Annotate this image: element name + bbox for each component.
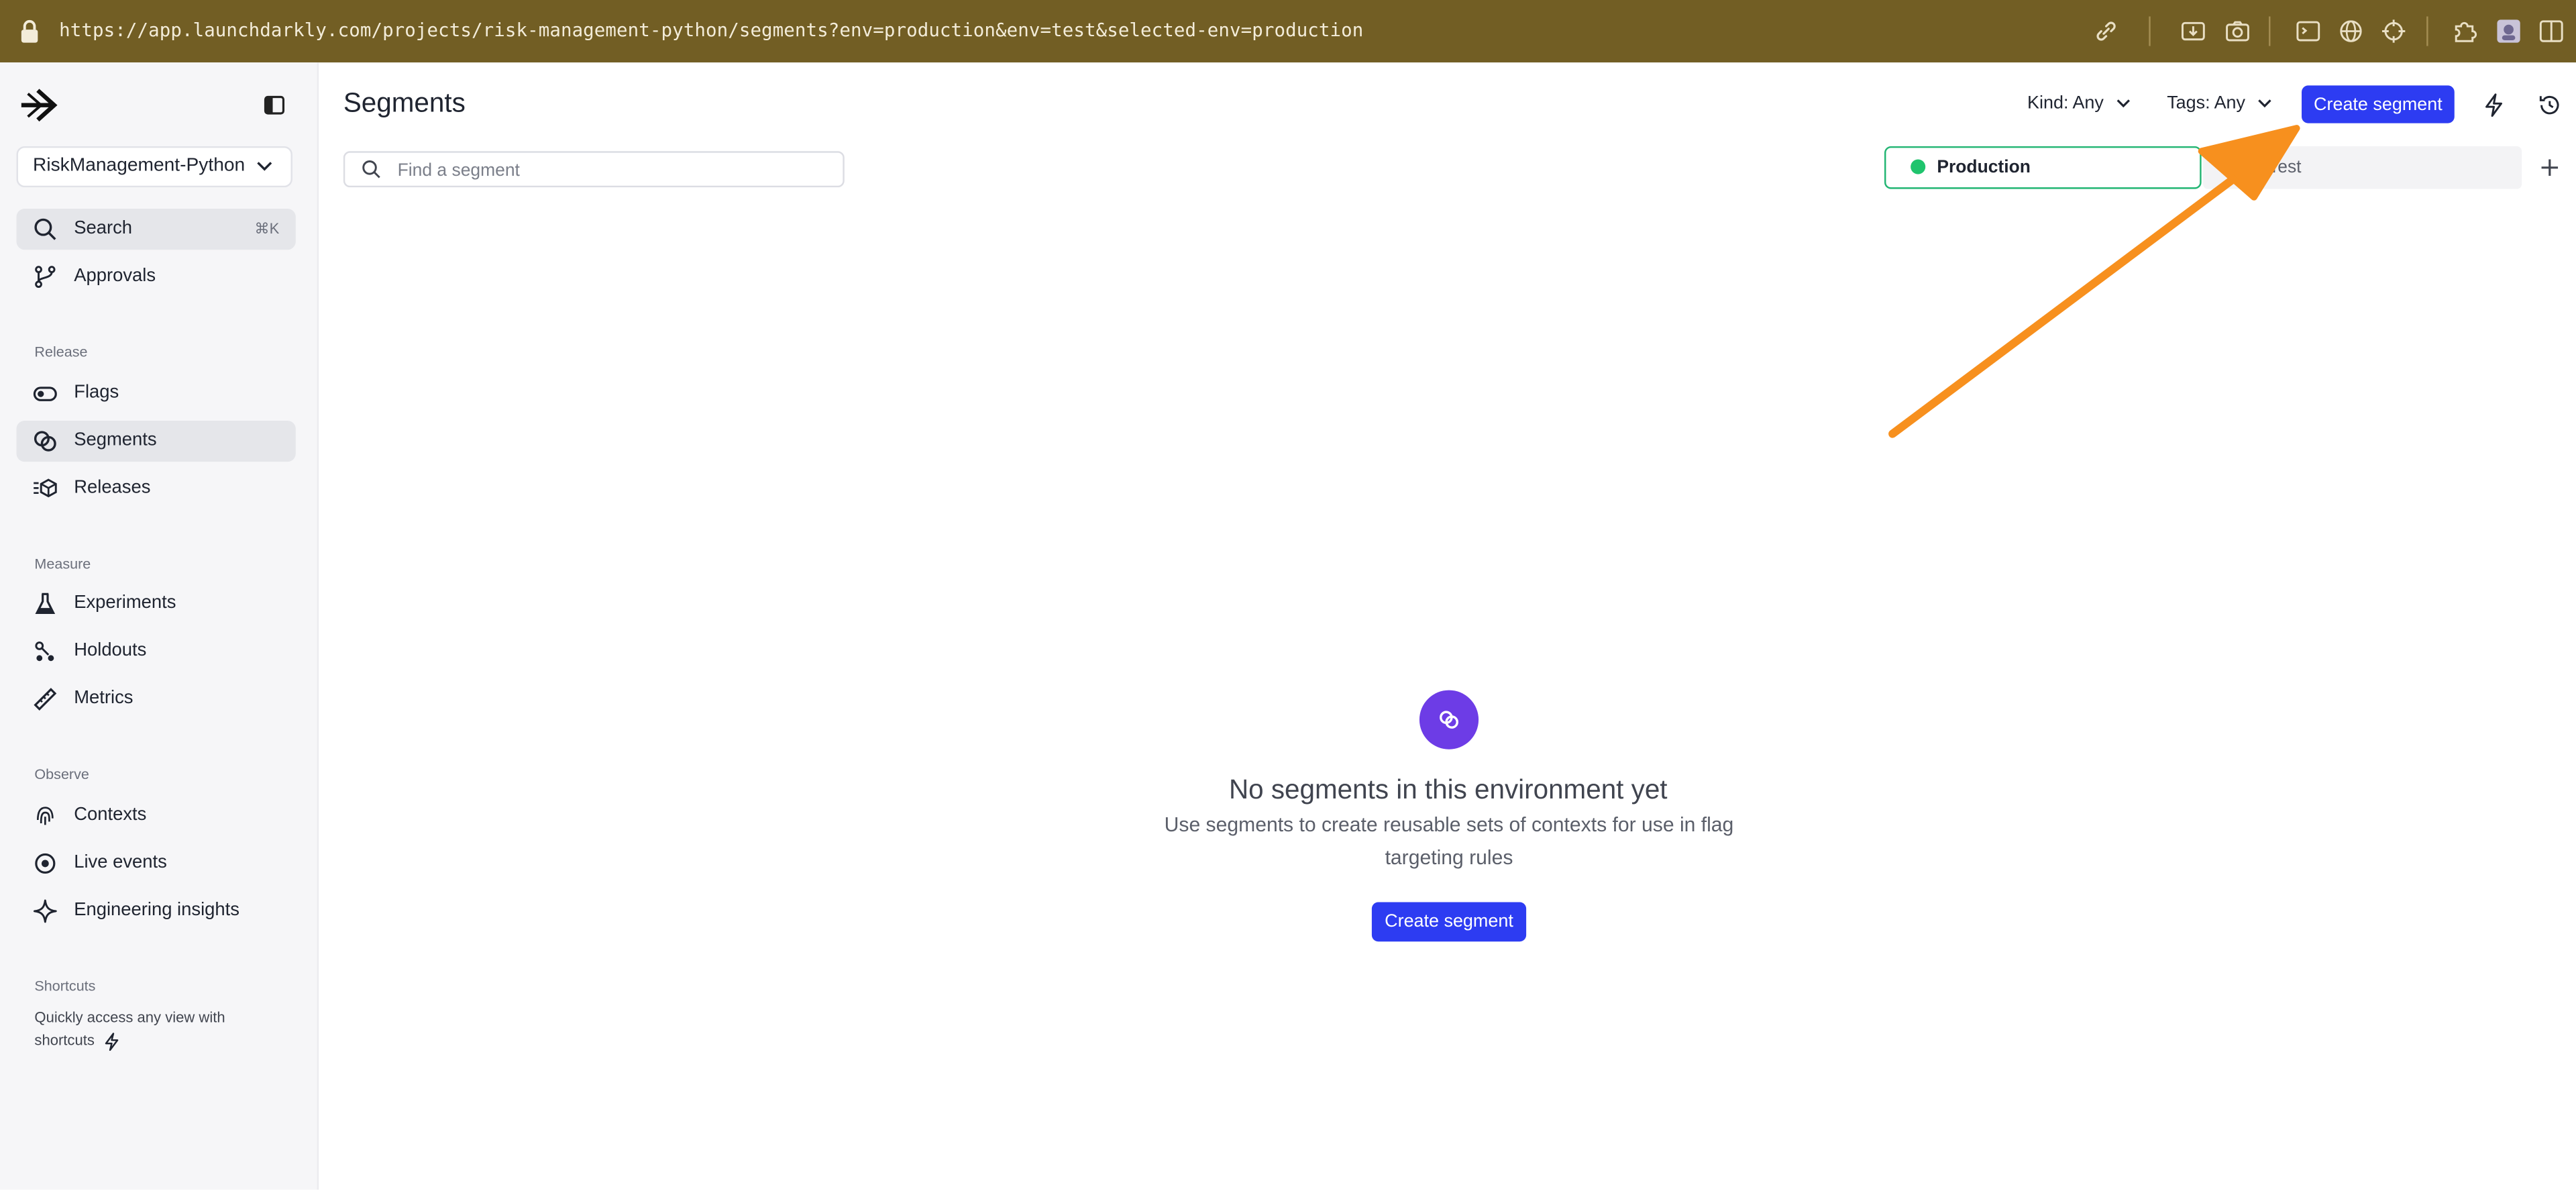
sidebar-search[interactable]: Search ⌘K (16, 209, 296, 250)
chevron-down-icon (2257, 99, 2271, 108)
ruler-icon (34, 688, 57, 711)
sidebar-item-label: Releases (74, 478, 151, 499)
git-branch-icon (35, 266, 56, 289)
sidebar-item-engineering-insights[interactable]: Engineering insights (16, 890, 295, 931)
search-input[interactable] (394, 156, 828, 186)
sidebar-item-label: Holdouts (74, 641, 147, 661)
shortcuts-hint-text: Quickly access any view with shortcuts (34, 1008, 225, 1049)
lock-icon (21, 19, 38, 43)
live-events-icon (35, 853, 56, 874)
sidebar-item-label: Metrics (74, 688, 133, 709)
address-bar[interactable]: https://app.launchdarkly.com/projects/ri… (59, 19, 1363, 41)
search-icon (34, 218, 56, 240)
project-name: RiskManagement-Python (32, 156, 246, 176)
camera-icon[interactable] (2222, 16, 2252, 46)
profile-extension-icon[interactable] (2494, 16, 2524, 46)
section-heading-release: Release (34, 343, 88, 360)
app-root: https://app.launchdarkly.com/projects/ri… (0, 0, 2576, 1190)
crosshair-icon[interactable] (2379, 16, 2408, 46)
sidebar-item-releases[interactable]: Releases (16, 468, 295, 509)
link-icon[interactable] (2092, 16, 2121, 46)
browser-toolbar: https://app.launchdarkly.com/projects/ri… (0, 0, 2576, 63)
collapse-sidebar-icon[interactable] (263, 94, 286, 117)
toggle-icon (33, 386, 57, 401)
fingerprint-icon (36, 807, 54, 825)
sidebar-item-approvals[interactable]: Approvals (16, 256, 295, 297)
sidebar-item-live-events[interactable]: Live events (16, 843, 295, 884)
add-environment-icon[interactable] (2538, 156, 2561, 179)
sidebar-toggle-icon[interactable] (2536, 16, 2566, 46)
create-segment-empty-button[interactable]: Create segment (1371, 902, 1527, 942)
sidebar-item-experiments[interactable]: Experiments (16, 583, 295, 624)
extensions-icon[interactable] (2449, 16, 2479, 46)
sidebar-item-label: Segments (74, 430, 157, 451)
sidebar-item-metrics[interactable]: Metrics (16, 678, 295, 719)
env-tab-test[interactable]: Test (2203, 146, 2522, 189)
create-segment-button[interactable]: Create segment (2302, 85, 2455, 123)
tags-filter-label: Tags: Any (2167, 93, 2246, 113)
chevron-down-icon (257, 162, 272, 171)
sidebar-item-label: Search (74, 218, 133, 239)
sidebar-item-segments[interactable]: Segments (16, 420, 296, 462)
section-heading-measure: Measure (34, 555, 91, 572)
sidebar-item-flags[interactable]: Flags (16, 373, 295, 414)
toolbar-divider (2149, 16, 2151, 46)
search-icon (362, 160, 380, 178)
terminal-icon[interactable] (2294, 16, 2323, 46)
sparkle-icon (33, 899, 57, 923)
toolbar-divider (2426, 16, 2428, 46)
sidebar-item-label: Flags (74, 382, 119, 403)
sidebar: RiskManagement-Python Search ⌘K Approval… (0, 62, 319, 1190)
kind-filter-label: Kind: Any (2027, 93, 2104, 113)
history-icon[interactable] (2536, 92, 2563, 118)
section-heading-observe: Observe (34, 766, 89, 782)
page-title: Segments (343, 89, 466, 119)
empty-state-title: No segments in this environment yet (1228, 775, 1668, 805)
globe-icon[interactable] (2336, 16, 2365, 46)
sidebar-item-label: Live events (74, 853, 167, 873)
launchdarkly-logo-icon[interactable] (18, 87, 59, 123)
shortcut-hint: ⌘K (254, 220, 280, 237)
chevron-down-icon (2116, 99, 2129, 108)
env-tab-label: Test (2269, 158, 2302, 178)
sidebar-item-label: Approvals (74, 266, 156, 287)
sidebar-item-label: Experiments (74, 593, 176, 613)
env-tab-label: Production (1937, 158, 2031, 178)
segment-search (343, 151, 845, 188)
releases-icon (34, 478, 57, 498)
segments-icon (34, 431, 56, 452)
project-selector[interactable]: RiskManagement-Python (16, 146, 292, 188)
segments-empty-icon (1419, 690, 1479, 749)
section-heading-shortcuts: Shortcuts (34, 978, 96, 994)
holdouts-icon (35, 641, 54, 662)
toolbar-divider (2269, 16, 2271, 46)
kind-filter[interactable]: Kind: Any (2027, 94, 2130, 113)
sidebar-item-label: Contexts (74, 805, 147, 825)
env-status-dot (1911, 159, 1926, 174)
sidebar-item-holdouts[interactable]: Holdouts (16, 631, 295, 672)
sidebar-item-contexts[interactable]: Contexts (16, 795, 295, 836)
sidebar-item-label: Engineering insights (74, 900, 239, 921)
flask-icon (35, 592, 56, 615)
lightning-icon[interactable] (2481, 92, 2507, 118)
download-icon[interactable] (2178, 16, 2208, 46)
shortcuts-hint: Quickly access any view with shortcuts (34, 1006, 264, 1052)
lightning-icon (105, 1032, 119, 1051)
empty-state-description: Use segments to create reusable sets of … (1164, 813, 1734, 870)
env-tab-production[interactable]: Production (1884, 146, 2202, 189)
tags-filter[interactable]: Tags: Any (2167, 94, 2271, 113)
